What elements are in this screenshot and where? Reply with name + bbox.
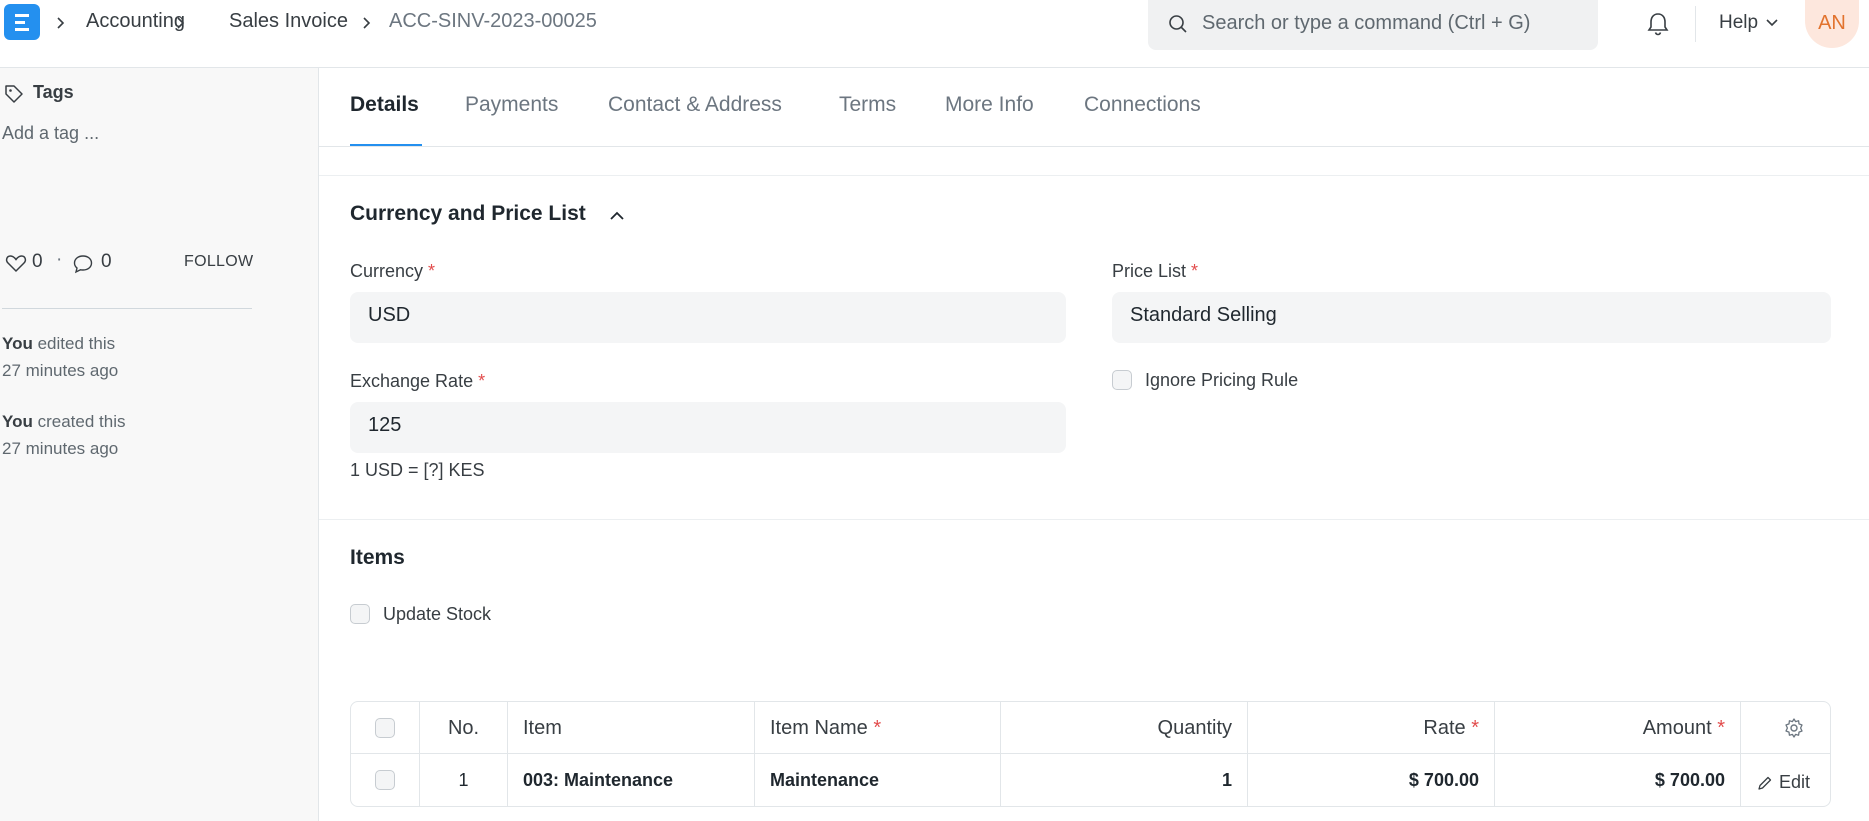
price-list-field[interactable]: Standard Selling [1112,292,1831,343]
help-dropdown[interactable]: Help [1719,12,1758,34]
required-marker: * [1191,261,1199,281]
table-header-row: No. Item Item Name * Quantity Rate * Amo… [351,702,1830,754]
chevron-right-icon [57,17,65,29]
like-count: 0 [32,251,43,272]
column-settings [1741,702,1830,754]
tags-heading: Tags [33,82,74,102]
update-stock-label: Update Stock [383,604,492,624]
select-all-checkbox[interactable] [375,718,395,738]
form-main: Details Payments Contact & Address Terms… [318,68,1869,821]
tab-more-info[interactable]: More Info [945,93,1034,117]
tab-details[interactable]: Details [350,93,419,117]
notification-bell-icon[interactable] [1643,9,1673,39]
form-tabs: Details Payments Contact & Address Terms… [319,68,1869,147]
chevron-right-icon [363,17,371,29]
activity-action: created this [37,412,126,431]
tab-connections[interactable]: Connections [1084,93,1201,117]
column-no: No. [420,702,508,754]
activity-item: You edited this 27 minutes ago [2,330,118,384]
breadcrumb-accounting[interactable]: Accounting [86,10,185,33]
comment-icon[interactable] [72,253,94,275]
table-row[interactable]: 1 003: Maintenance Maintenance 1 $ 700.0… [351,754,1830,806]
activity-time: 27 minutes ago [2,361,119,380]
activity-user: You [2,412,33,431]
activity-time: 27 minutes ago [2,439,119,458]
comment-count: 0 [101,251,112,272]
exchange-rate-label-text: Exchange Rate [350,371,474,391]
chevron-down-icon [1766,19,1778,27]
tab-payments[interactable]: Payments [465,93,558,117]
add-tag-link[interactable]: Add a tag ... [2,123,99,144]
follow-button[interactable]: FOLLOW [184,253,253,271]
activity-user: You [2,334,33,353]
column-amount-text: Amount [1642,717,1712,739]
tab-contact-address[interactable]: Contact & Address [608,93,782,117]
column-item-name-text: Item Name [770,717,868,739]
search-bar[interactable]: Search or type a command (Ctrl + G) [1148,0,1598,50]
form-sidebar: Tags Add a tag ... 0 · 0 FOLLOW You edit… [0,68,318,821]
row-item-name[interactable]: Maintenance [755,754,1001,806]
exchange-rate-field[interactable]: 125 [350,402,1066,453]
required-marker: * [1717,717,1725,739]
activity-item: You created this 27 minutes ago [2,408,125,462]
ignore-pricing-rule-checkbox[interactable] [1112,370,1132,390]
currency-label: Currency * [350,261,435,282]
price-list-label: Price List * [1112,261,1198,282]
active-tab-indicator [350,144,422,146]
required-marker: * [1471,717,1479,739]
tag-icon [5,85,23,103]
exchange-rate-label: Exchange Rate * [350,371,485,392]
navbar-divider [1695,6,1696,42]
app-logo[interactable] [4,4,40,40]
gear-icon[interactable] [1783,717,1805,739]
chevron-right-icon [177,17,185,29]
column-item-name: Item Name * [755,702,1001,754]
activity-action: edited this [37,334,116,353]
row-item[interactable]: 003: Maintenance [508,754,755,806]
section-title-currency[interactable]: Currency and Price List [350,202,586,226]
edit-label: Edit [1779,772,1811,792]
tab-terms[interactable]: Terms [839,93,896,117]
column-item: Item [508,702,755,754]
column-quantity: Quantity [1001,702,1248,754]
row-checkbox[interactable] [375,770,395,790]
section-divider [319,175,1869,176]
select-all-cell [351,702,420,754]
edit-row-button[interactable]: Edit [1757,754,1810,806]
column-rate-text: Rate [1423,717,1466,739]
pencil-icon [1758,776,1772,790]
items-table: No. Item Item Name * Quantity Rate * Amo… [350,701,1831,807]
search-icon [1169,15,1187,33]
exchange-rate-description: 1 USD = [?] KES [350,460,485,480]
heart-icon[interactable] [5,253,27,273]
required-marker: * [478,371,486,391]
user-avatar[interactable]: AN [1805,0,1859,48]
navbar: Accounting Sales Invoice ACC-SINV-2023-0… [0,0,1869,68]
breadcrumb-current-document: ACC-SINV-2023-00025 [389,10,597,32]
row-amount[interactable]: $ 700.00 [1495,754,1741,806]
currency-label-text: Currency [350,261,424,281]
ignore-pricing-rule-label: Ignore Pricing Rule [1145,370,1299,390]
chevron-up-icon[interactable] [607,206,627,226]
required-marker: * [428,261,436,281]
search-placeholder: Search or type a command (Ctrl + G) [1202,12,1531,34]
row-no: 1 [420,754,508,806]
row-edit-cell: Edit [1741,754,1830,806]
row-quantity[interactable]: 1 [1001,754,1248,806]
row-rate[interactable]: $ 700.00 [1248,754,1495,806]
column-amount: Amount * [1495,702,1741,754]
update-stock-checkbox[interactable] [350,604,370,624]
separator-dot: · [56,249,63,270]
column-rate: Rate * [1248,702,1495,754]
price-list-label-text: Price List [1112,261,1187,281]
section-title-items: Items [350,546,405,569]
currency-field[interactable]: USD [350,292,1066,343]
section-divider [319,519,1869,520]
row-select-cell [351,754,420,806]
breadcrumb-sales-invoice[interactable]: Sales Invoice [229,10,348,33]
required-marker: * [873,717,882,739]
sidebar-divider [2,308,252,309]
